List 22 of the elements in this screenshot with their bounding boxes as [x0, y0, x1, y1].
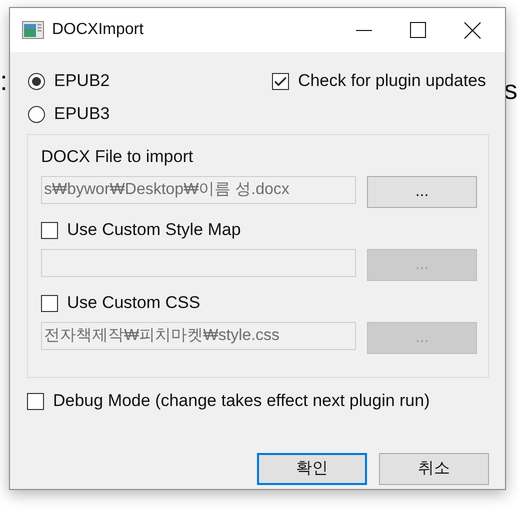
background-text: : [0, 68, 8, 95]
checkbox[interactable] [27, 392, 44, 410]
radio-button[interactable] [28, 106, 45, 122]
app-icon [22, 21, 44, 39]
checkbox-label: Debug Mode (change takes effect next plugin run) [53, 391, 430, 411]
radio-label: EPUB3 [54, 104, 110, 124]
checkbox-label: Use Custom CSS [67, 293, 200, 313]
checkbox[interactable] [41, 294, 58, 312]
close-icon[interactable] [464, 22, 480, 38]
checkbox[interactable] [272, 72, 289, 90]
field-label: DOCX File to import [41, 147, 194, 167]
radio-label: EPUB2 [54, 71, 110, 91]
browse-button[interactable]: ... [367, 176, 477, 208]
background-text: s [504, 77, 518, 104]
dialog-button[interactable]: 취소 [379, 452, 489, 484]
maximize-icon[interactable] [410, 22, 426, 38]
radio-button[interactable] [28, 72, 45, 90]
checkbox-label: Check for plugin updates [298, 71, 486, 91]
window-title: DOCXImport [52, 21, 145, 39]
checkbox-label: Use Custom Style Map [67, 220, 241, 240]
dialog-button[interactable]: 확인 [257, 452, 367, 484]
checkbox[interactable] [41, 222, 58, 238]
